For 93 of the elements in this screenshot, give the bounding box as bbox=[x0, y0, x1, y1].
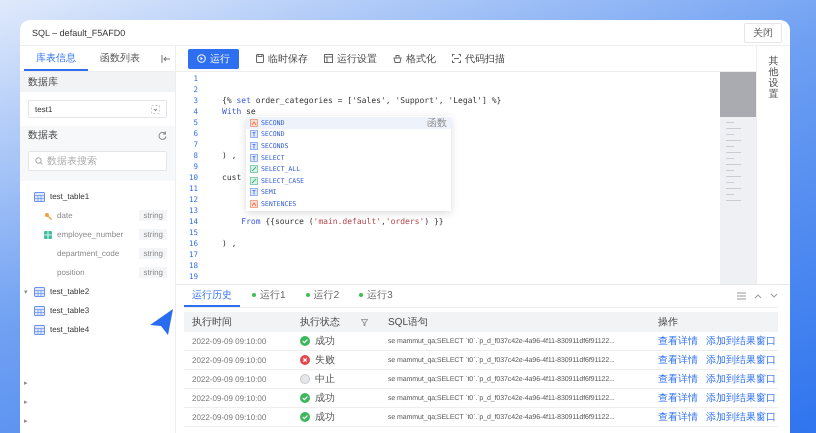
scan-icon bbox=[452, 54, 461, 63]
field-type: string bbox=[139, 229, 167, 240]
status-text: 成功 bbox=[315, 410, 335, 424]
chevron-down-icon[interactable] bbox=[770, 293, 778, 299]
table-name[interactable]: test_table2 bbox=[50, 287, 90, 296]
action-link[interactable]: 查看详情 bbox=[658, 353, 698, 367]
run-button[interactable]: 运行 bbox=[188, 48, 239, 68]
field-name: employee_number bbox=[57, 230, 124, 239]
action-link[interactable]: 添加到结果窗口 bbox=[706, 353, 776, 367]
table-name[interactable]: test_table1 bbox=[50, 192, 90, 201]
table-search-box[interactable]: 数据表搜索 bbox=[28, 151, 167, 171]
table-icon bbox=[34, 286, 45, 296]
field-name: date bbox=[57, 211, 73, 220]
search-icon bbox=[35, 157, 43, 165]
keyword-icon bbox=[250, 154, 258, 162]
toolbar-button[interactable]: 运行设置 bbox=[324, 52, 377, 66]
result-tab[interactable]: 运行3 bbox=[351, 285, 401, 307]
snippet-icon bbox=[250, 176, 258, 185]
field-type: string bbox=[139, 267, 167, 278]
code-line: cust bbox=[222, 173, 242, 182]
chevron-up-icon[interactable] bbox=[754, 293, 762, 299]
pointer-icon bbox=[148, 308, 174, 336]
settings-tab[interactable]: 其他设置 bbox=[768, 56, 778, 100]
function-icon bbox=[250, 200, 258, 208]
table-cell: 2022-09-09 09:10:00 bbox=[184, 388, 292, 408]
code-line: From {{source ('main.default','orders') }} bbox=[240, 217, 444, 226]
action-link[interactable]: 添加到结果窗口 bbox=[706, 372, 776, 386]
table-icon bbox=[34, 306, 45, 316]
result-tab[interactable]: 运行1 bbox=[244, 285, 294, 307]
result-tab[interactable]: 运行2 bbox=[298, 285, 348, 307]
snippet-icon bbox=[250, 165, 258, 174]
field-name: position bbox=[57, 268, 85, 277]
toolbar-button[interactable]: 代码扫描 bbox=[452, 52, 505, 66]
document-icon bbox=[255, 54, 264, 63]
action-link[interactable]: 查看详情 bbox=[658, 410, 698, 424]
column-header: SQL语句 bbox=[380, 312, 650, 332]
toolbar-button[interactable]: 临时保存 bbox=[255, 52, 308, 66]
status-text: 中止 bbox=[315, 372, 335, 386]
window-title: SQL – default_F5AFD0 bbox=[32, 28, 126, 38]
result-tab[interactable]: 运行历史 bbox=[184, 285, 240, 307]
code-line: {% set order_categories = ['Sales', 'Support', 'Legal'] %} bbox=[222, 96, 502, 105]
table-name[interactable]: test_table3 bbox=[50, 306, 90, 315]
key-icon bbox=[44, 212, 52, 220]
collapse-icon bbox=[161, 54, 171, 62]
table-icon bbox=[34, 324, 45, 334]
status-text: 失败 bbox=[315, 354, 335, 367]
action-link[interactable]: 添加到结果窗口 bbox=[706, 391, 776, 405]
action-link[interactable]: 添加到结果窗口 bbox=[706, 334, 776, 348]
table-name[interactable]: test_table4 bbox=[50, 325, 90, 334]
stopped-icon bbox=[300, 374, 310, 384]
keyword-icon bbox=[250, 130, 258, 138]
table-cell: 2022-09-09 09:10:00 bbox=[184, 408, 292, 426]
function-icon bbox=[250, 118, 258, 127]
table-cell: 2022-09-09 09:10:00 bbox=[184, 332, 292, 350]
status-text: 成功 bbox=[315, 334, 335, 348]
column-header: 执行状态 bbox=[300, 316, 340, 329]
column-icon bbox=[44, 230, 52, 238]
field-type: string bbox=[139, 210, 167, 221]
success-icon bbox=[300, 393, 310, 403]
sidebar-tab[interactable]: 函数列表 bbox=[88, 46, 152, 71]
refresh-icon[interactable] bbox=[158, 130, 167, 140]
table-icon bbox=[34, 192, 45, 202]
column-header: 操作 bbox=[650, 312, 778, 332]
table-cell: 2022-09-09 09:10:00 bbox=[184, 350, 292, 370]
column-header: 执行时间 bbox=[184, 312, 292, 332]
action-link[interactable]: 添加到结果窗口 bbox=[706, 410, 776, 424]
success-icon bbox=[300, 412, 310, 422]
code-line: With se bbox=[222, 107, 256, 116]
keyword-icon bbox=[250, 188, 258, 196]
database-select[interactable]: test1 bbox=[28, 100, 167, 118]
action-link[interactable]: 查看详情 bbox=[658, 334, 698, 348]
format-icon bbox=[393, 54, 402, 63]
close-button[interactable]: 关闭 bbox=[744, 22, 782, 42]
keyword-icon bbox=[250, 142, 258, 150]
error-icon bbox=[300, 355, 310, 365]
code-line: ) , bbox=[222, 151, 236, 160]
field-type: string bbox=[139, 248, 167, 259]
suggestion-type: 函数 bbox=[427, 116, 447, 130]
play-icon bbox=[197, 54, 206, 63]
action-link[interactable]: 查看详情 bbox=[658, 372, 698, 386]
section-heading: 数据表 bbox=[28, 128, 58, 142]
dropdown-icon bbox=[151, 104, 160, 114]
success-icon bbox=[300, 336, 310, 346]
field-name: department_code bbox=[57, 249, 120, 258]
code-line: ) , bbox=[222, 239, 236, 248]
menu-icon[interactable] bbox=[737, 292, 746, 300]
toolbar-button[interactable]: 格式化 bbox=[393, 52, 436, 66]
filter-icon[interactable] bbox=[361, 318, 368, 326]
status-text: 成功 bbox=[315, 392, 335, 405]
panel-icon bbox=[324, 54, 333, 63]
table-cell: 2022-09-09 09:10:00 bbox=[184, 370, 292, 388]
action-link[interactable]: 查看详情 bbox=[658, 391, 698, 405]
section-heading: 数据库 bbox=[20, 72, 175, 92]
